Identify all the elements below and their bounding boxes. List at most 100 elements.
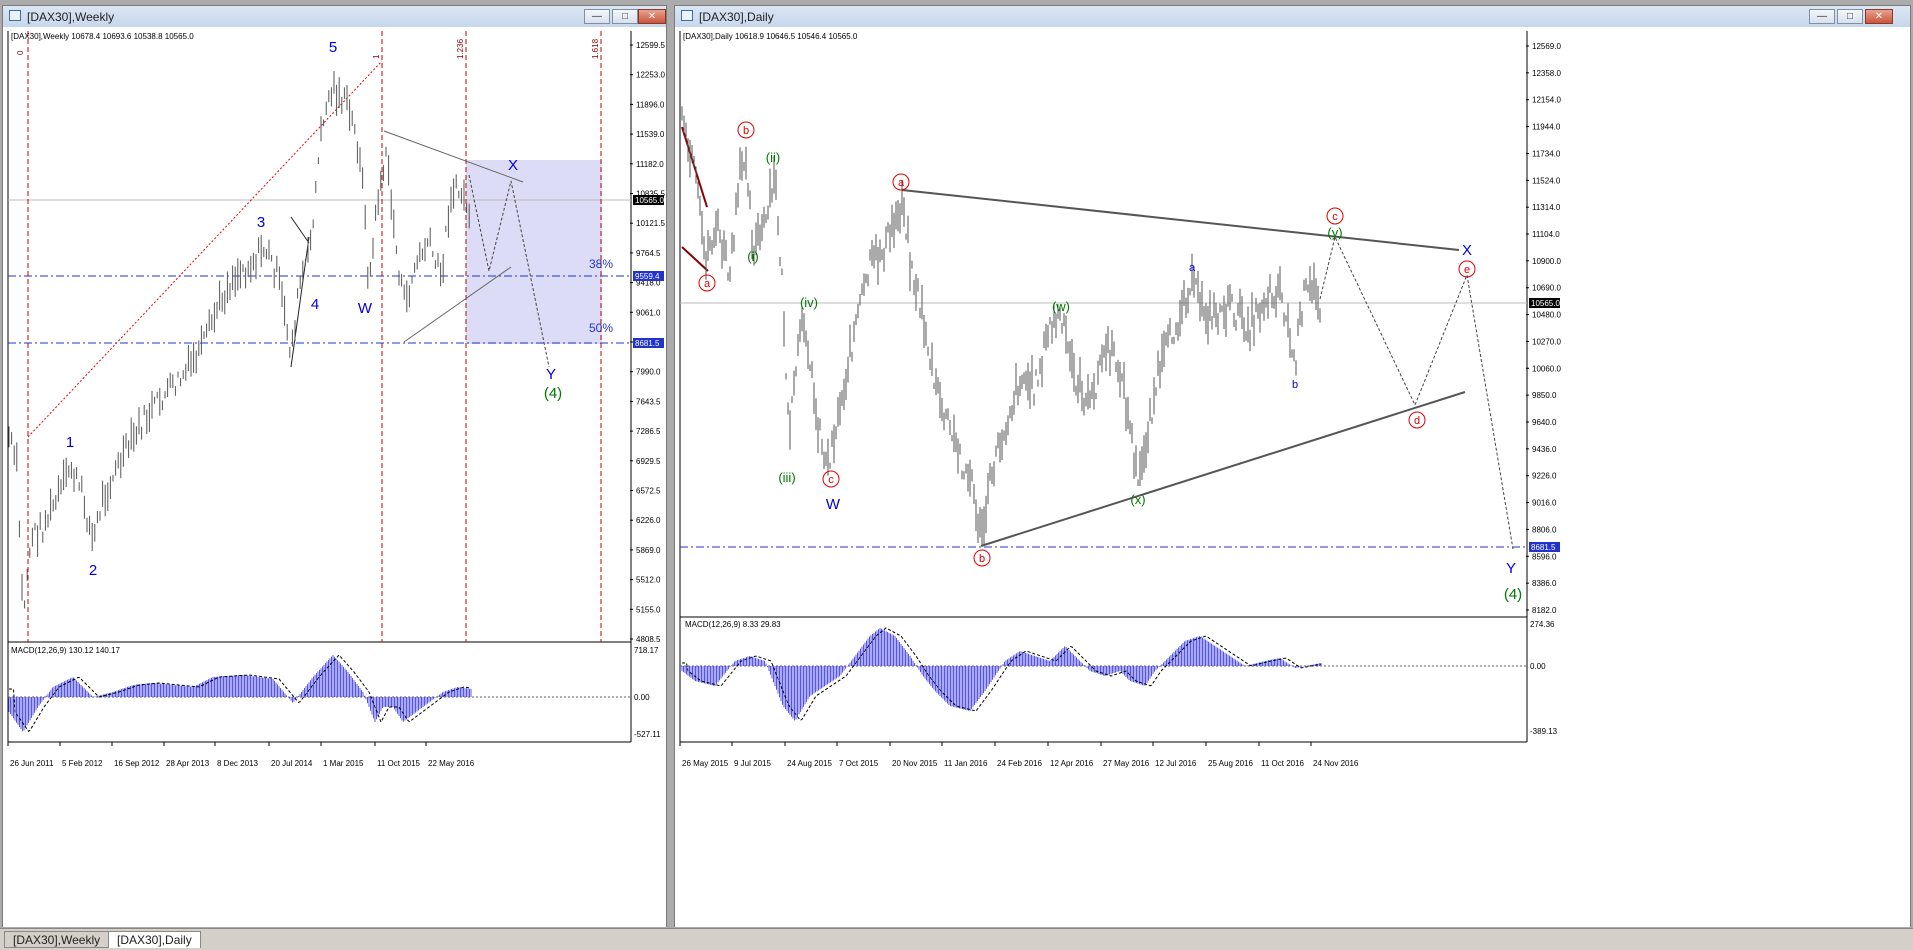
time-tick-label: 20 Nov 2015 — [892, 759, 938, 768]
wave-iii-label: (iii) — [778, 470, 795, 485]
daily-price-axis-tick-label: 9226.0 — [1532, 472, 1557, 481]
wave-y-label: (y) — [1327, 225, 1342, 240]
time-tick-label: 11 Oct 2016 — [1261, 759, 1305, 768]
daily-macd-axis-bottom: -389.13 — [1530, 727, 1558, 736]
wave-1-label: 1 — [66, 434, 74, 451]
weekly-price-axis-tick-label: 9764.5 — [636, 249, 661, 258]
daily-price-axis-tick-label: 8182.0 — [1532, 606, 1557, 615]
daily-fib50-tag: 8681.5 — [1531, 543, 1556, 552]
daily-price-axis-tick-label: 10480.0 — [1532, 311, 1561, 320]
daily-price-axis-tick-label: 11524.0 — [1532, 176, 1561, 185]
wave-5-label: 5 — [329, 39, 337, 56]
chart-window-icon — [9, 10, 21, 21]
weekly-price-axis-tick-label: 5869.0 — [636, 546, 661, 555]
weekly-price-axis-tick-label: 6226.0 — [636, 516, 661, 525]
weekly-price-axis-tick-label: 11539.0 — [636, 130, 665, 139]
daily-price-axis-tick-label: 9016.0 — [1532, 499, 1557, 508]
maximize-button[interactable]: □ — [1837, 9, 1863, 24]
target-zone — [466, 160, 602, 344]
daily-price-axis-tick-label: 8806.0 — [1532, 525, 1557, 534]
fib-1-label: 1 — [372, 54, 381, 59]
wave-3-label: 3 — [257, 214, 265, 231]
minimize-button[interactable]: — — [584, 9, 610, 24]
svg-text:c: c — [828, 474, 834, 486]
weekly-window-title: [DAX30],Weekly — [27, 10, 115, 24]
wave-4-label: 4 — [311, 296, 319, 313]
weekly-fib50-tag: 8681.5 — [635, 339, 660, 348]
daily-chart[interactable]: [DAX30],Daily 10618.9 10646.5 10546.4 10… — [675, 27, 1910, 927]
weekly-macd-axis-bottom: -527.11 — [634, 730, 661, 739]
wave-X-label: X — [508, 157, 518, 174]
wave-W-label: W — [358, 300, 373, 317]
weekly-price-axis-tick-label: 5512.0 — [636, 576, 661, 585]
time-tick-label: 5 Feb 2012 — [62, 759, 103, 768]
wave-W-label: W — [826, 496, 841, 513]
daily-chart-window[interactable]: [DAX30],Daily — □ ✕ [DAX30],Daily 10618.… — [674, 5, 1911, 927]
wave-4-degree-label: (4) — [1504, 586, 1522, 603]
fib-38-pct: 38% — [589, 257, 613, 271]
wave-X-label: X — [1462, 242, 1472, 259]
daily-price-axis-tick-label: 9640.0 — [1532, 418, 1557, 427]
daily-header-ohlc: [DAX30],Daily 10618.9 10646.5 10546.4 10… — [683, 32, 858, 41]
daily-macd-axis-zero: 0.00 — [1530, 662, 1546, 671]
time-tick-label: 24 Feb 2016 — [997, 759, 1042, 768]
wave-i-label: (i) — [747, 249, 759, 264]
svg-text:a: a — [704, 278, 711, 290]
daily-price-axis-tick-label: 10900.0 — [1532, 257, 1561, 266]
weekly-header-ohlc: [DAX30],Weekly 10678.4 10693.6 10538.8 1… — [11, 32, 194, 41]
weekly-price-axis-tick-label: 7643.5 — [636, 397, 661, 406]
weekly-macd-label: MACD(12,26,9) 130.12 140.17 — [11, 646, 121, 655]
close-button[interactable]: ✕ — [1865, 9, 1893, 24]
daily-price-axis-tick-label: 10690.0 — [1532, 284, 1561, 293]
wave-x-label: (x) — [1130, 492, 1145, 507]
weekly-chart[interactable]: 0 1 1.236 1.618 [DAX30],Weekly 10678.4 1… — [3, 27, 666, 927]
wave-w-label: (w) — [1052, 299, 1070, 314]
minimize-button[interactable]: — — [1809, 9, 1835, 24]
fib-1618-label: 1.618 — [591, 38, 600, 59]
weekly-price-axis-tick-label: 6929.5 — [636, 457, 661, 466]
wave-2-label: 2 — [89, 562, 97, 579]
weekly-title-bar[interactable]: [DAX30],Weekly — □ ✕ — [3, 6, 666, 28]
wave-Y-label: Y — [546, 366, 556, 383]
daily-price-axis-tick-label: 12358.0 — [1532, 69, 1561, 78]
time-tick-label: 26 May 2015 — [682, 759, 729, 768]
time-tick-label: 11 Jan 2016 — [944, 759, 988, 768]
maximize-button[interactable]: □ — [612, 9, 638, 24]
wave-b-blue-label: b — [1292, 379, 1298, 391]
svg-text:b: b — [979, 553, 985, 565]
weekly-chart-window[interactable]: [DAX30],Weekly — □ ✕ 0 1 1.236 1.618 [DA… — [2, 5, 667, 927]
time-tick-label: 25 Aug 2016 — [1208, 759, 1253, 768]
daily-price-axis-tick-label: 11734.0 — [1532, 149, 1561, 158]
wave-iv-label: (iv) — [800, 295, 818, 310]
wave-ii-label: (ii) — [766, 150, 780, 165]
time-tick-label: 1 Mar 2015 — [323, 759, 364, 768]
daily-price-axis-tick-label: 8386.0 — [1532, 579, 1557, 588]
weekly-price-axis-tick-label: 7990.0 — [636, 368, 661, 377]
daily-macd-axis-top: 274.36 — [1530, 620, 1555, 629]
daily-price-axis-tick-label: 11314.0 — [1532, 203, 1561, 212]
tab-daily[interactable]: [DAX30],Daily — [108, 931, 201, 948]
time-tick-label: 12 Apr 2016 — [1050, 759, 1094, 768]
chart-tab-bar: [DAX30],Weekly [DAX30],Daily — [0, 928, 1913, 950]
time-tick-label: 7 Oct 2015 — [839, 759, 879, 768]
weekly-price-axis-tick-label: 6572.5 — [636, 487, 661, 496]
time-tick-label: 20 Jul 2014 — [271, 759, 313, 768]
time-tick-label: 16 Sep 2012 — [114, 759, 160, 768]
wave-Y-label: Y — [1506, 560, 1516, 577]
daily-price-axis-tick-label: 9850.0 — [1532, 391, 1557, 400]
time-tick-label: 26 Jun 2011 — [10, 759, 54, 768]
daily-price-axis-tick-label: 10270.0 — [1532, 337, 1561, 346]
tab-weekly[interactable]: [DAX30],Weekly — [4, 931, 110, 948]
close-button[interactable]: ✕ — [638, 9, 666, 24]
weekly-macd-axis-top: 718.17 — [634, 646, 659, 655]
weekly-price-axis-tick-label: 11182.0 — [636, 160, 664, 169]
weekly-price-axis-tick-label: 12599.5 — [636, 41, 665, 50]
chart-window-icon — [681, 10, 693, 21]
time-tick-label: 12 Jul 2016 — [1155, 759, 1197, 768]
svg-text:b: b — [743, 125, 749, 137]
time-tick-label: 28 Apr 2013 — [166, 759, 210, 768]
daily-title-bar[interactable]: [DAX30],Daily — □ ✕ — [675, 6, 1910, 28]
time-tick-label: 8 Dec 2013 — [217, 759, 258, 768]
weekly-price-axis-tick-label: 10121.5 — [636, 219, 665, 228]
weekly-macd-axis-zero: 0.00 — [634, 693, 650, 702]
